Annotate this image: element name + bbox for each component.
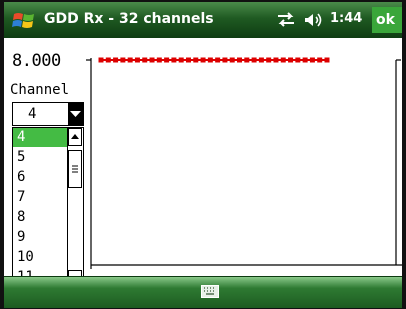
scroll-up-button[interactable] [68, 128, 82, 146]
channel-label: Channel [10, 82, 70, 98]
channel-option[interactable]: 6 [13, 168, 69, 187]
data-point [215, 57, 221, 63]
data-point [317, 57, 323, 63]
channel-selected-value: 4 [28, 106, 37, 122]
data-point [309, 57, 315, 63]
app-title: GDD Rx - 32 channels [44, 11, 214, 27]
data-point [302, 57, 308, 63]
keyboard-icon[interactable] [201, 285, 219, 298]
data-point [127, 57, 133, 63]
dropdown-scrollbar[interactable] [67, 128, 83, 288]
device-screen: GDD Rx - 32 channels 1:44 ok 8.000 Chann… [4, 2, 402, 308]
grip-icon [72, 165, 78, 173]
data-point [222, 57, 228, 63]
data-point [280, 57, 286, 63]
chevron-down-icon [70, 111, 81, 117]
data-point [244, 57, 250, 63]
data-point [273, 57, 279, 63]
channel-option[interactable]: 8 [13, 208, 69, 227]
data-point [171, 57, 177, 63]
channel-dropdown-list[interactable]: 4 5 6 7 8 9 10 11 [12, 127, 84, 289]
data-point [164, 57, 170, 63]
channel-option[interactable]: 9 [13, 228, 69, 247]
dropdown-button[interactable] [68, 103, 83, 125]
windows-start-icon[interactable] [12, 9, 36, 31]
data-point [288, 57, 294, 63]
softkey-bar [4, 276, 402, 308]
ok-button[interactable]: ok [372, 7, 402, 33]
channel-option[interactable]: 10 [13, 248, 69, 267]
series-layer [98, 57, 330, 63]
data-point [237, 57, 243, 63]
data-point [134, 57, 140, 63]
data-point [149, 57, 155, 63]
data-point [266, 57, 272, 63]
channel-option[interactable]: 4 [13, 128, 69, 147]
connectivity-icon[interactable] [275, 11, 297, 29]
data-point [258, 57, 264, 63]
data-point [185, 57, 191, 63]
data-point [98, 57, 104, 63]
data-point [120, 57, 126, 63]
channel-option[interactable]: 5 [13, 148, 69, 167]
volume-icon[interactable] [304, 11, 324, 29]
data-point [295, 57, 301, 63]
data-point [193, 57, 199, 63]
title-bar: GDD Rx - 32 channels 1:44 ok [4, 2, 402, 38]
data-point [156, 57, 162, 63]
scroll-thumb[interactable] [68, 150, 82, 188]
data-point [207, 57, 213, 63]
clock[interactable]: 1:44 [330, 11, 362, 26]
data-point [105, 57, 111, 63]
chevron-up-icon [71, 134, 79, 139]
data-point [142, 57, 148, 63]
channel-option[interactable]: 7 [13, 188, 69, 207]
data-point [178, 57, 184, 63]
data-point [229, 57, 235, 63]
data-point [200, 57, 206, 63]
data-point [251, 57, 257, 63]
data-point [324, 57, 330, 63]
channel-combobox[interactable]: 4 [12, 102, 84, 126]
data-point [113, 57, 119, 63]
